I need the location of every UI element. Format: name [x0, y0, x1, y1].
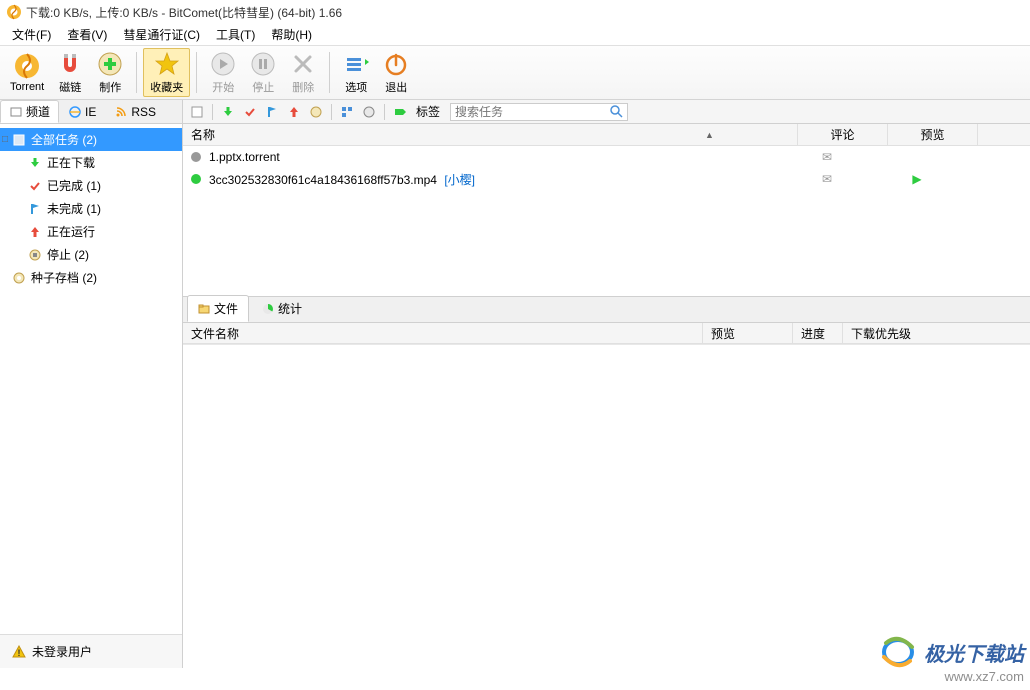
running-icon [28, 225, 42, 239]
status-dot-icon [191, 152, 201, 162]
comment-icon[interactable]: ✉ [782, 150, 872, 164]
filter-stop-icon[interactable] [306, 102, 326, 122]
sidebar-tabs: 频道 IE RSS [0, 100, 182, 124]
list-icon [12, 133, 26, 147]
menu-bar: 文件(F) 查看(V) 彗星通行证(C) 工具(T) 帮助(H) [0, 24, 1030, 46]
status-dot-icon [191, 174, 201, 184]
tree-active[interactable]: 正在运行 [0, 220, 182, 243]
make-button[interactable]: 制作 [90, 48, 130, 97]
col-preview[interactable]: 预览 [888, 124, 978, 145]
detail-header: 文件名称 预览 进度 下载优先级 [183, 322, 1030, 344]
filter-tag-icon[interactable] [390, 102, 410, 122]
dh-progress[interactable]: 进度 [793, 323, 843, 343]
flag-icon [28, 202, 42, 216]
menu-help[interactable]: 帮助(H) [263, 24, 320, 45]
task-row[interactable]: 3cc302532830f61c4a18436168ff57b3.mp4 [小樱… [183, 168, 1030, 190]
detail-body [183, 344, 1030, 668]
tab-files[interactable]: 文件 [187, 295, 249, 322]
preview-play-icon[interactable]: ▶ [872, 172, 962, 186]
stop-icon [28, 248, 42, 262]
tab-rss[interactable]: RSS [105, 100, 165, 123]
sidebar: 频道 IE RSS □ 全部任务 (2) 正在下载 已 [0, 100, 182, 668]
filter-flag-icon[interactable] [262, 102, 282, 122]
watermark-url: www.xz7.com [878, 669, 1024, 684]
tab-ie[interactable]: IE [59, 100, 105, 123]
filter-tree-icon[interactable] [337, 102, 357, 122]
task-list: 1.pptx.torrent ✉ 3cc302532830f61c4a18436… [183, 146, 1030, 296]
check-icon [28, 179, 42, 193]
menu-passport[interactable]: 彗星通行证(C) [115, 24, 208, 45]
search-box[interactable] [450, 103, 628, 121]
right-pane: 标签 名称 评论 预览 ▲ 1.pptx.torrent ✉ [182, 100, 1030, 668]
labels-text[interactable]: 标签 [412, 103, 444, 120]
tree-downloading[interactable]: 正在下载 [0, 151, 182, 174]
delete-button[interactable]: 删除 [283, 48, 323, 97]
task-row[interactable]: 1.pptx.torrent ✉ [183, 146, 1030, 168]
rss-icon [114, 105, 128, 119]
collapse-icon[interactable]: □ [2, 134, 8, 145]
power-icon [382, 50, 410, 78]
start-button[interactable]: 开始 [203, 48, 243, 97]
window-title: 下载:0 KB/s, 上传:0 KB/s - BitComet(比特彗星) (6… [26, 4, 342, 21]
dh-preview[interactable]: 预览 [703, 323, 793, 343]
dh-priority[interactable]: 下载优先级 [843, 323, 1030, 343]
menu-file[interactable]: 文件(F) [4, 24, 59, 45]
tab-channel[interactable]: 频道 [0, 100, 59, 123]
app-icon [6, 4, 22, 20]
tab-stats[interactable]: 统计 [251, 295, 313, 322]
filter-check-icon[interactable] [240, 102, 260, 122]
make-icon [96, 50, 124, 78]
delete-icon [289, 50, 317, 78]
main-area: 频道 IE RSS □ 全部任务 (2) 正在下载 已 [0, 100, 1030, 668]
filter-bar: 标签 [183, 100, 1030, 124]
filter-download-icon[interactable] [218, 102, 238, 122]
dh-filename[interactable]: 文件名称 [183, 323, 703, 343]
tree-all-tasks[interactable]: □ 全部任务 (2) [0, 128, 182, 151]
stats-icon [262, 303, 274, 315]
folder-icon [198, 303, 210, 315]
tree-undone[interactable]: 未完成 (1) [0, 197, 182, 220]
download-arrow-icon [28, 156, 42, 170]
filter-new-icon[interactable] [187, 102, 207, 122]
seed-icon [12, 271, 26, 285]
col-comment[interactable]: 评论 [798, 124, 888, 145]
torrent-button[interactable]: Torrent [4, 48, 50, 97]
tree-done[interactable]: 已完成 (1) [0, 174, 182, 197]
magnet-icon [56, 50, 84, 78]
detail-tabs: 文件 统计 [183, 296, 1030, 322]
star-icon [153, 50, 181, 78]
task-link[interactable]: [小樱] [444, 173, 475, 187]
title-bar: 下载:0 KB/s, 上传:0 KB/s - BitComet(比特彗星) (6… [0, 0, 1030, 24]
task-name: 1.pptx.torrent [209, 150, 782, 164]
sidebar-status: ! 未登录用户 [0, 634, 182, 668]
login-status[interactable]: ! 未登录用户 [8, 639, 174, 664]
task-name: 3cc302532830f61c4a18436168ff57b3.mp4 [小樱… [209, 171, 782, 188]
torrent-icon [13, 52, 41, 80]
search-input[interactable] [455, 105, 610, 119]
tree-stopped[interactable]: 停止 (2) [0, 243, 182, 266]
favorites-button[interactable]: 收藏夹 [143, 48, 190, 97]
ie-icon [68, 105, 82, 119]
sidebar-tree: □ 全部任务 (2) 正在下载 已完成 (1) 未完成 (1) 正在运行 [0, 124, 182, 634]
search-icon[interactable] [610, 105, 623, 118]
comment-icon[interactable]: ✉ [782, 172, 872, 186]
sort-indicator-icon: ▲ [705, 130, 714, 140]
task-list-header: 名称 评论 预览 ▲ [183, 124, 1030, 146]
main-toolbar: Torrent 磁链 制作 收藏夹 开始 停止 删除 选项 退出 [0, 46, 1030, 100]
menu-tools[interactable]: 工具(T) [208, 24, 263, 45]
pause-icon [249, 50, 277, 78]
tree-seeds[interactable]: 种子存档 (2) [0, 266, 182, 289]
exit-button[interactable]: 退出 [376, 48, 416, 97]
options-icon [342, 50, 370, 78]
play-icon [209, 50, 237, 78]
warning-icon: ! [12, 645, 26, 659]
svg-text:!: ! [18, 648, 21, 658]
options-button[interactable]: 选项 [336, 48, 376, 97]
channel-icon [9, 105, 23, 119]
stop-button[interactable]: 停止 [243, 48, 283, 97]
magnet-button[interactable]: 磁链 [50, 48, 90, 97]
menu-view[interactable]: 查看(V) [59, 24, 115, 45]
filter-all-icon[interactable] [359, 102, 379, 122]
filter-up-icon[interactable] [284, 102, 304, 122]
